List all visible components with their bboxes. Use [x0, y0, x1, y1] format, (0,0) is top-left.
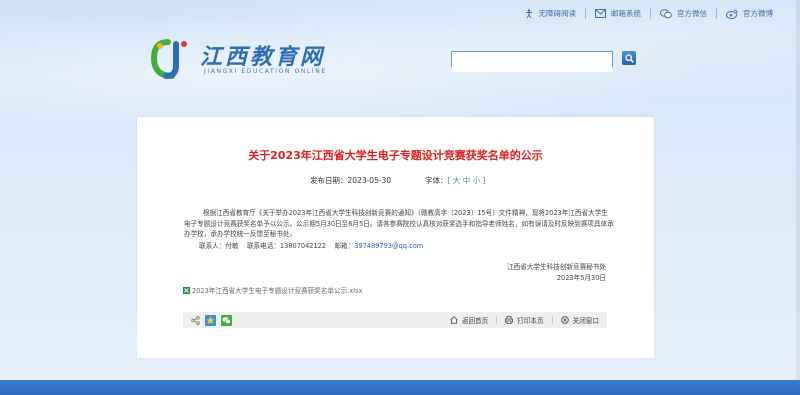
wechat-icon — [660, 8, 672, 18]
excel-file-icon — [183, 286, 190, 294]
footer-bar — [0, 380, 800, 395]
search-input[interactable] — [452, 57, 612, 72]
print-icon — [505, 316, 514, 324]
font-size-label: 字体： — [425, 176, 448, 185]
close-icon — [560, 316, 569, 324]
logo-chinese-text: 江西教育网 — [200, 44, 326, 70]
weibo-icon — [726, 9, 738, 19]
accessibility-link[interactable]: 无障碍阅读 — [515, 8, 586, 19]
weibo-link[interactable]: 官方微博 — [717, 8, 782, 19]
article-paragraph: 根据江西省教育厅《关于举办2023年江西省大学生科技创新竞赛的通知》（赣教高字〔… — [184, 209, 614, 238]
contact-email-label: 邮箱： — [334, 242, 355, 250]
contact-phone: 联系电话：13807042122 — [246, 242, 327, 250]
publish-date-value: 2023-05-30 — [347, 176, 392, 185]
search-box — [451, 51, 613, 72]
close-window-label: 关闭窗口 — [572, 317, 599, 325]
print-label: 打印本页 — [517, 317, 544, 325]
divider — [551, 316, 553, 324]
article-card: 关于2023年江西省大学生电子专题设计竞赛获奖名单的公示 发布日期：2023-0… — [137, 117, 654, 358]
contact-line: 联系人：付敏 联系电话：13807042122 邮箱：397489793@qq.… — [199, 240, 423, 250]
article-toolbar: 返回首页 打印本页 关闭窗口 — [183, 312, 607, 328]
print-button[interactable]: 打印本页 — [505, 315, 544, 325]
qzone-share-icon[interactable] — [205, 314, 216, 326]
accessibility-link-label: 无障碍阅读 — [538, 9, 577, 18]
divider — [496, 316, 498, 324]
top-links-bar: 无障碍阅读 邮箱系统 官方微信 官方微博 — [515, 8, 783, 19]
publish-date-label: 发布日期： — [310, 176, 348, 185]
article-title: 关于2023年江西省大学生电子专题设计竞赛获奖名单的公示 — [248, 149, 543, 162]
mail-icon — [595, 9, 606, 18]
attachment-link[interactable]: 2023年江西省大学生电子专题设计竞赛获奖名单公示.xlsx — [183, 285, 362, 295]
share-icon[interactable] — [191, 315, 200, 325]
logo-mark-icon — [150, 39, 187, 79]
font-size-control: 字体：[ 大 中 小 ] — [425, 175, 485, 186]
signer-name: 江西省大学生科技创新竞赛秘书处 — [507, 263, 606, 271]
font-size-options[interactable]: [ 大 中 小 ] — [448, 176, 486, 185]
logo-english-text: JIANGXI EDUCATION ONLINE — [204, 68, 327, 75]
wechat-link[interactable]: 官方微信 — [651, 8, 716, 19]
mail-link-label: 邮箱系统 — [611, 9, 641, 18]
page-tools: 返回首页 打印本页 关闭窗口 — [450, 315, 607, 325]
wechat-share-icon[interactable] — [221, 314, 232, 326]
back-home-label: 返回首页 — [461, 317, 489, 325]
close-window-button[interactable]: 关闭窗口 — [560, 315, 599, 325]
attachment-filename: 2023年江西省大学生电子专题设计竞赛获奖名单公示.xlsx — [192, 287, 363, 295]
contact-email-link[interactable]: 397489793@qq.com — [354, 242, 423, 250]
share-buttons — [183, 314, 232, 326]
scrollbar[interactable] — [796, 0, 800, 380]
back-home-button[interactable]: 返回首页 — [450, 315, 488, 325]
contact-person: 联系人：付敏 — [199, 242, 239, 250]
weibo-link-label: 官方微博 — [743, 9, 773, 18]
search-button[interactable] — [622, 51, 636, 65]
signature-block: 江西省大学生科技创新竞赛秘书处 2023年5月30日 — [507, 262, 606, 284]
accessibility-icon — [525, 8, 532, 18]
mail-link[interactable]: 邮箱系统 — [586, 8, 650, 19]
site-logo[interactable]: 江西教育网 JIANGXI EDUCATION ONLINE — [148, 36, 348, 82]
search-icon — [624, 53, 634, 63]
home-icon — [450, 316, 458, 324]
wechat-link-label: 官方微信 — [677, 9, 707, 18]
publish-date: 发布日期：2023-05-30 — [310, 175, 391, 186]
sign-date: 2023年5月30日 — [556, 274, 606, 282]
